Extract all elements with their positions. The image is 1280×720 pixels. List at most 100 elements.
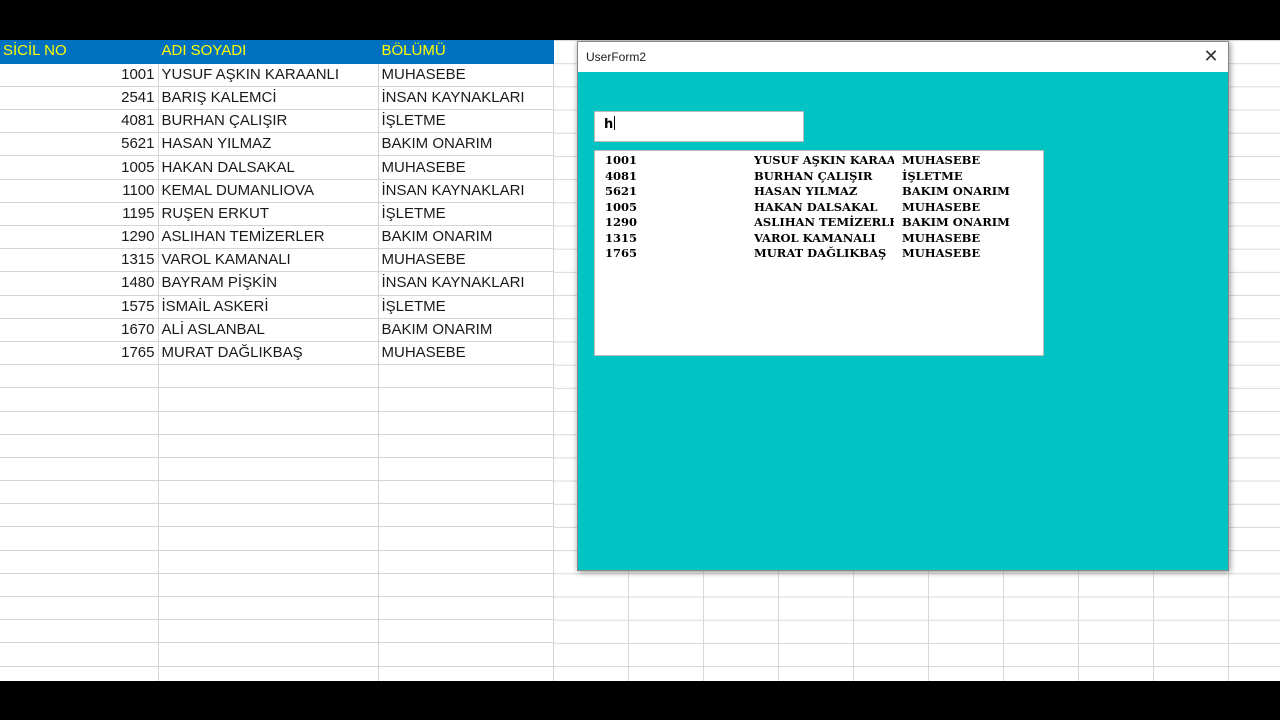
empty-cell[interactable] — [378, 457, 554, 482]
list-item-sicil-no: 1315 — [605, 230, 638, 245]
empty-cell[interactable] — [378, 596, 554, 621]
empty-cell[interactable] — [158, 619, 379, 644]
empty-cell[interactable] — [0, 526, 159, 551]
cell-adi-soyadi[interactable]: BURHAN ÇALIŞIR — [158, 109, 379, 134]
header-cell-bolumu[interactable]: BÖLÜMÜ — [378, 40, 554, 64]
search-textbox[interactable]: h — [594, 111, 804, 142]
empty-cell[interactable] — [158, 596, 379, 621]
list-item[interactable]: 1765 MURAT DAĞLIKBAŞ MUHASEBE — [595, 246, 1043, 262]
empty-cell[interactable] — [0, 457, 159, 482]
empty-cell[interactable] — [378, 364, 554, 389]
empty-cell[interactable] — [378, 550, 554, 574]
empty-cell[interactable] — [0, 480, 159, 505]
cell-sicil-no[interactable]: 1315 — [0, 248, 159, 273]
cell-bolumu[interactable]: MUHASEBE — [378, 63, 554, 87]
empty-cell[interactable] — [0, 550, 159, 574]
empty-cell[interactable] — [158, 480, 379, 505]
cell-adi-soyadi[interactable]: İSMAİL ASKERİ — [158, 295, 379, 319]
cell-sicil-no[interactable]: 1100 — [0, 179, 159, 203]
cell-sicil-no[interactable]: 1001 — [0, 63, 159, 87]
cell-sicil-no[interactable]: 1195 — [0, 202, 159, 227]
cell-adi-soyadi[interactable]: MURAT DAĞLIKBAŞ — [158, 341, 379, 366]
cell-adi-soyadi[interactable]: ALİ ASLANBAL — [158, 318, 379, 342]
empty-cell[interactable] — [0, 619, 159, 644]
cell-adi-soyadi[interactable]: ASLIHAN TEMİZERLER — [158, 225, 379, 250]
cell-sicil-no[interactable]: 1575 — [0, 295, 159, 319]
dialog-titlebar[interactable]: UserForm2 ✕ — [578, 42, 1228, 72]
empty-cell[interactable] — [158, 503, 379, 528]
cell-sicil-no[interactable]: 4081 — [0, 109, 159, 134]
empty-cell[interactable] — [378, 526, 554, 551]
empty-cell[interactable] — [0, 387, 159, 412]
empty-cell[interactable] — [158, 526, 379, 551]
empty-cell[interactable] — [0, 364, 159, 389]
empty-cell[interactable] — [158, 550, 379, 574]
cell-bolumu[interactable]: İNSAN KAYNAKLARI — [378, 179, 554, 203]
empty-cell[interactable] — [158, 457, 379, 482]
cell-bolumu[interactable]: MUHASEBE — [378, 341, 554, 366]
list-item[interactable]: 1001 YUSUF AŞKIN KARAAN MUHASEBE — [595, 153, 1043, 169]
cell-sicil-no[interactable]: 2541 — [0, 86, 159, 111]
empty-cell[interactable] — [378, 642, 554, 667]
cell-bolumu[interactable]: İŞLETME — [378, 202, 554, 227]
list-item[interactable]: 5621 HASAN YILMAZ BAKIM ONARIM — [595, 184, 1043, 200]
cell-sicil-no[interactable]: 1670 — [0, 318, 159, 342]
list-item[interactable]: 4081 BURHAN ÇALIŞIR İŞLETME — [595, 169, 1043, 185]
empty-cell[interactable] — [378, 573, 554, 598]
cell-bolumu[interactable]: İNSAN KAYNAKLARI — [378, 86, 554, 111]
list-item[interactable]: 1315 VAROL KAMANALI MUHASEBE — [595, 231, 1043, 247]
empty-cell[interactable] — [158, 434, 379, 458]
empty-cell[interactable] — [378, 480, 554, 505]
empty-cell[interactable] — [378, 619, 554, 644]
cell-bolumu[interactable]: MUHASEBE — [378, 155, 554, 180]
cell-bolumu[interactable]: İNSAN KAYNAKLARI — [378, 271, 554, 296]
header-cell-sicil-no[interactable]: SİCİL NO — [0, 40, 159, 64]
empty-cell[interactable] — [158, 387, 379, 412]
cell-sicil-no[interactable]: 1765 — [0, 341, 159, 366]
empty-cell[interactable] — [0, 596, 159, 621]
empty-cell[interactable] — [0, 573, 159, 598]
empty-cell[interactable] — [378, 666, 554, 681]
empty-cell[interactable] — [158, 364, 379, 389]
list-item-department: MUHASEBE — [902, 199, 981, 214]
cell-adi-soyadi[interactable]: KEMAL DUMANLIOVA — [158, 179, 379, 203]
empty-cell[interactable] — [158, 666, 379, 681]
cell-sicil-no[interactable]: 1005 — [0, 155, 159, 180]
cell-bolumu[interactable]: MUHASEBE — [378, 248, 554, 273]
empty-cell[interactable] — [378, 411, 554, 435]
cell-bolumu[interactable]: BAKIM ONARIM — [378, 318, 554, 342]
list-item[interactable]: 1290 ASLIHAN TEMİZERLER BAKIM ONARIM — [595, 215, 1043, 231]
cell-adi-soyadi[interactable]: HASAN YILMAZ — [158, 132, 379, 157]
header-cell-adi-soyadi[interactable]: ADI SOYADI — [158, 40, 379, 64]
list-item[interactable]: 1005 HAKAN DALSAKAL MUHASEBE — [595, 200, 1043, 216]
empty-cell[interactable] — [158, 642, 379, 667]
cell-sicil-no[interactable]: 1290 — [0, 225, 159, 250]
results-listbox[interactable]: 1001 YUSUF AŞKIN KARAAN MUHASEBE 4081 BURHAN… — [594, 150, 1044, 356]
empty-cell[interactable] — [158, 573, 379, 598]
cell-bolumu[interactable]: BAKIM ONARIM — [378, 225, 554, 250]
empty-cell[interactable] — [0, 503, 159, 528]
cell-adi-soyadi[interactable]: BAYRAM PİŞKİN — [158, 271, 379, 296]
empty-cell[interactable] — [378, 387, 554, 412]
cell-bolumu[interactable]: BAKIM ONARIM — [378, 132, 554, 157]
cell-adi-soyadi[interactable]: VAROL KAMANALI — [158, 248, 379, 273]
empty-cell[interactable] — [378, 434, 554, 458]
close-icon[interactable]: ✕ — [1198, 43, 1224, 69]
list-item-department: BAKIM ONARIM — [902, 184, 1010, 198]
data-table: SİCİL NO ADI SOYADI BÖLÜMÜ 1001 YUSUF AŞK… — [0, 40, 554, 681]
empty-cell[interactable] — [378, 503, 554, 528]
empty-cell[interactable] — [158, 411, 379, 435]
cell-adi-soyadi[interactable]: YUSUF AŞKIN KARAANLI — [158, 63, 379, 87]
empty-cell[interactable] — [0, 642, 159, 667]
cell-adi-soyadi[interactable]: BARIŞ KALEMCİ — [158, 86, 379, 111]
cell-adi-soyadi[interactable]: HAKAN DALSAKAL — [158, 155, 379, 180]
table-row: 1575 İSMAİL ASKERİ İŞLETME — [0, 295, 554, 319]
cell-sicil-no[interactable]: 1480 — [0, 271, 159, 296]
cell-bolumu[interactable]: İŞLETME — [378, 109, 554, 134]
cell-bolumu[interactable]: İŞLETME — [378, 295, 554, 319]
cell-adi-soyadi[interactable]: RUŞEN ERKUT — [158, 202, 379, 227]
empty-cell[interactable] — [0, 434, 159, 458]
empty-cell[interactable] — [0, 411, 159, 435]
empty-cell[interactable] — [0, 666, 159, 681]
cell-sicil-no[interactable]: 5621 — [0, 132, 159, 157]
